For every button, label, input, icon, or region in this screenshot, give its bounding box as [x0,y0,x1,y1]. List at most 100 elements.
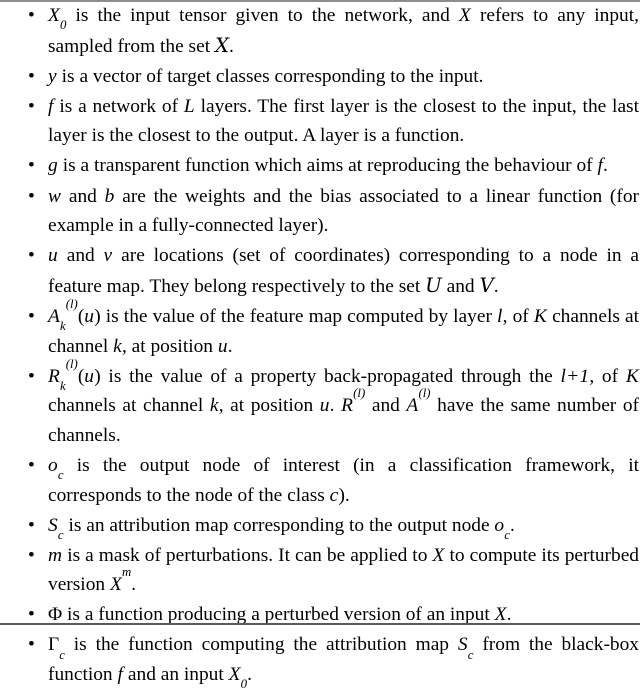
bullet-icon: • [28,634,35,656]
bullet-icon: • [28,365,35,387]
math-symbol: oc [48,454,64,483]
prose-text: . [329,395,342,417]
notation-item-body: u and v are locations (set of coordinate… [48,241,639,301]
calligraphic-symbol: X [214,33,230,57]
notation-item: • Φ is a function producing a perturbed v… [0,600,640,630]
math-symbol: Rk(l) [48,356,78,393]
math-symbol: l+1 [560,365,590,387]
prose-text: is the function computing the attributio… [64,634,458,656]
prose-text: and [61,185,105,207]
math-symbol: A(l) [406,386,431,417]
prose-text: . [510,514,515,536]
math-symbol: Sc [48,514,64,542]
notation-item: • Ak(l)(u) is the value of the feature ma… [0,296,640,361]
notation-item-body: f is a network of L layers. The first la… [48,92,639,151]
notation-item: • Rk(l)(u) is the value of a property bac… [0,356,640,451]
bullet-icon: • [28,95,35,117]
notation-item: • X0 is the input tensor given to the net… [0,1,640,61]
prose-text: is the value of the feature map computed… [100,305,498,327]
notation-item-body: w and b are the weights and the bias ass… [48,182,639,241]
math-symbol: Xm [109,565,132,596]
prose-text: . [229,35,234,57]
math-symbol: u [319,395,330,417]
notation-item-body: Φ is a function producing a perturbed ve… [48,600,639,630]
notation-item-body: oc is the output node of interest (in a … [48,451,639,510]
notation-item: • u and v are locations (set of coordinat… [0,241,640,301]
bullet-icon: • [28,185,35,207]
notation-item: • Sc is an attribution map corresponding … [0,511,640,542]
document-page: • X0 is the input tensor given to the net… [0,0,640,691]
prose-text: . [227,335,233,357]
calligraphic-symbol: U [425,273,442,297]
notation-item-body: Γc is the function computing the attribu… [48,630,639,691]
prose-text: . [247,664,252,686]
math-symbol: y [48,65,57,87]
prose-text: is the input tensor given to the network… [66,5,459,26]
math-symbol: u [48,245,58,267]
prose-text: is an attribution map corresponding to t… [63,514,495,536]
math-symbol: Ak(l) [48,296,78,334]
prose-text: and an input [123,664,229,686]
prose-text: is a mask of perturbations. It can be ap… [62,544,433,566]
math-symbol: k [113,335,122,357]
bullet-icon: • [28,245,35,267]
bullet-icon: • [28,514,35,536]
math-symbol: u [217,335,228,357]
bullet-icon: • [28,5,35,26]
prose-text: , of [589,365,626,387]
prose-text: are the weights and the bias associated … [48,185,639,237]
notation-item: • y is a vector of target classes corresp… [0,62,640,92]
prose-text: is a vector of target classes correspond… [56,65,484,87]
notation-item: • Γc is the function computing the attrib… [0,630,640,691]
math-symbol: b [104,185,115,207]
math-symbol: R(l) [341,386,366,417]
bullet-icon: • [28,305,35,327]
bottom-divider-rule [0,623,640,625]
math-symbol: X0 [48,5,67,33]
math-argument: (u) [77,365,101,387]
math-symbol: X [458,5,471,26]
notation-item-body: Sc is an attribution map corresponding t… [48,511,639,542]
bullet-icon: • [28,65,35,87]
math-symbol: X0 [228,664,248,691]
math-symbol: Sc [457,634,474,662]
prose-text: is the value of a property back-propagat… [100,365,561,387]
prose-text: and [57,245,104,267]
bullet-icon: • [28,454,35,476]
notation-item: • oc is the output node of interest (in a… [0,451,640,510]
notation-item: • g is a transparent function which aims … [0,151,640,181]
prose-text: . [493,275,499,297]
prose-text: . [603,155,608,177]
prose-text: , at position [218,395,320,417]
notation-item: • f is a network of L layers. The first l… [0,92,640,151]
notation-item-body: X0 is the input tensor given to the netw… [48,1,639,61]
prose-text: , of [502,305,534,327]
notation-item-body: y is a vector of target classes correspo… [48,62,639,92]
math-symbol: g [48,155,58,177]
prose-text: and [365,395,407,417]
prose-text: ). [338,484,350,506]
bullet-icon: • [28,155,35,177]
calligraphic-symbol: V [479,273,494,297]
notation-list: • X0 is the input tensor given to the net… [0,1,640,691]
math-symbol: X [432,544,445,566]
notation-item-body: Rk(l)(u) is the value of a property back… [48,356,639,451]
bullet-icon: • [28,604,35,626]
notation-item-body: m is a mask of perturbations. It can be … [48,541,639,600]
prose-text: , at position [121,335,218,357]
math-symbol: oc [494,514,511,542]
prose-text: channels at channel [48,395,210,417]
prose-text: are locations (set of coordinates) corre… [48,245,639,297]
math-symbol: K [533,305,547,327]
notation-item-body: Ak(l)(u) is the value of the feature map… [48,296,639,361]
notation-item-body: g is a transparent function which aims a… [48,151,639,181]
prose-text: is a transparent function which aims at … [57,155,598,177]
prose-text: is a network of [53,95,184,117]
bullet-icon: • [28,544,35,566]
math-symbol: w [48,185,62,207]
prose-text: and [441,275,480,297]
math-symbol: K [625,365,639,387]
math-argument: (u) [77,305,101,327]
math-symbol: k [209,395,219,417]
greek-symbol: Γc [48,634,65,662]
